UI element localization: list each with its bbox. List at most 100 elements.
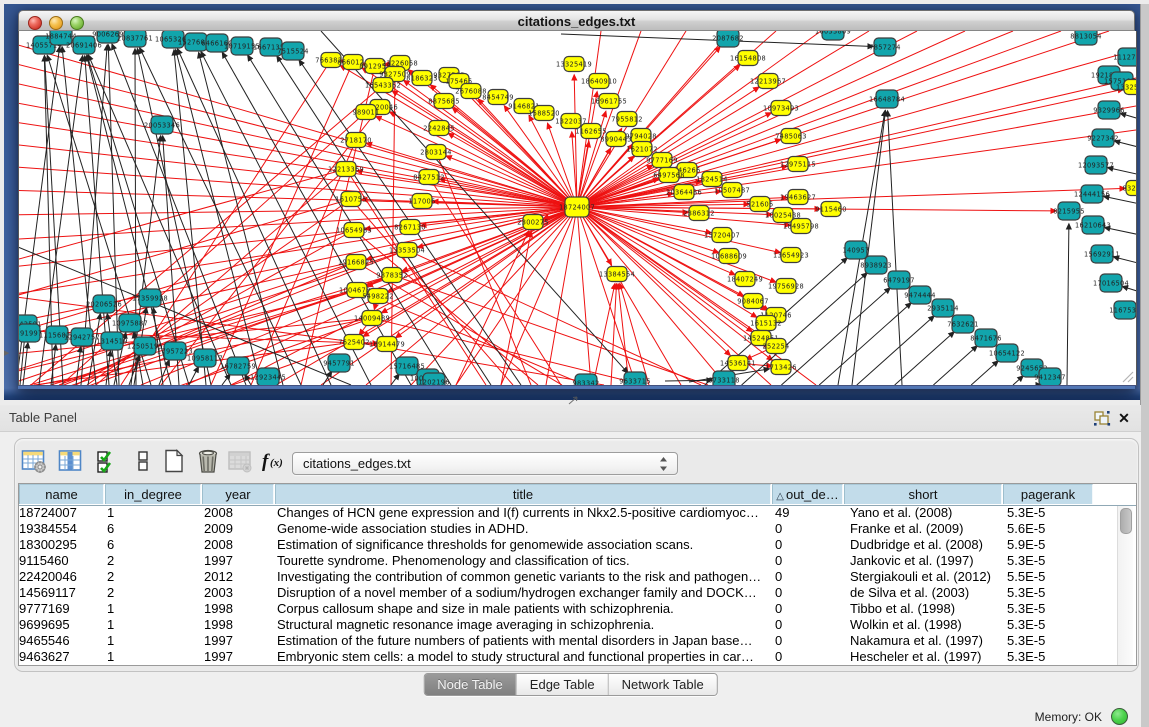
graph-node[interactable]: 15692911 [1084,245,1120,263]
graph-node[interactable]: 6479197 [883,271,914,289]
graph-node[interactable]: 16210643 [1075,216,1111,234]
table-row[interactable]: 946554611997Estimation of the future num… [19,633,1136,649]
network-window[interactable]: citations_edges.txt 14055714188474420691… [18,10,1135,389]
graph-node[interactable]: 16033809 [815,31,851,40]
column-header-pagerank[interactable]: pagerank [1003,484,1093,504]
graph-node[interactable]: 7955812 [611,112,642,127]
memory-status-label: Memory: OK [1035,710,1102,724]
float-panel-icon[interactable] [1093,409,1111,427]
graph-node[interactable]: 10654983 [336,223,372,238]
table-row[interactable]: 1872400712008Changes of HCN gene express… [19,505,1136,521]
new-document-icon[interactable] [161,448,187,474]
table-row[interactable]: 946362711997Embryonic stem cells: a mode… [19,649,1136,665]
graph-node[interactable]: 2087682 [712,31,743,47]
graph-node[interactable]: 521605 [747,197,774,212]
scrollbar-thumb[interactable] [1120,508,1132,534]
table-row[interactable]: 977716911998Corpus callosum shape and si… [19,601,1136,617]
resize-grip-icon[interactable] [1120,369,1134,383]
graph-node[interactable]: 15720407 [704,228,740,243]
tab-network-table[interactable]: Network Table [608,674,717,695]
import-table-icon[interactable] [227,448,253,474]
function-builder-icon[interactable]: f (x) [261,450,287,476]
graph-node[interactable]: 9412347 [1034,368,1065,385]
graph-node[interactable]: 983342 [573,374,600,385]
graph-node[interactable]: 17016504 [1093,274,1129,292]
graph-node[interactable]: 9457791 [323,354,354,372]
column-icon[interactable] [130,448,156,474]
graph-node[interactable]: 10688609 [711,249,747,264]
column-header-in_degree[interactable]: in_degree [105,484,201,504]
graph-node[interactable]: 989011 [353,105,380,120]
graph-node[interactable]: 8471676 [970,329,1001,347]
graph-node[interactable]: 2718170 [340,133,371,148]
graph-node[interactable]: 2242845 [423,121,454,136]
table-row[interactable]: 1830029562008Estimation of significance … [19,537,1136,553]
svg-text:6479197: 6479197 [883,276,914,284]
graph-node[interactable]: 7515524 [277,42,308,60]
graph-node[interactable]: 7485063 [775,129,806,144]
graph-node[interactable]: 2935114 [927,299,958,317]
graph-node[interactable]: 13384554 [599,267,635,282]
graph-node[interactable]: 8938923 [860,256,891,274]
graph-node[interactable]: 20837761 [117,31,153,47]
table-selector-dropdown[interactable]: citations_edges.txt [292,452,678,475]
table-row[interactable]: 969969511998Structural magnetic resonanc… [19,617,1136,633]
graph-node[interactable]: 16648784 [869,90,905,108]
graph-node[interactable]: 832201 [1123,181,1136,196]
graph-node[interactable]: 1167533 [1109,301,1136,319]
graph-node[interactable]: 16154808 [730,51,766,66]
column-header-name[interactable]: name [19,484,104,504]
column-header-out_de[interactable]: △out_de… [772,484,843,504]
graph-node[interactable]: 16914479 [369,337,405,352]
cell-title: Tourette syndrome. Phenomenology and cla… [277,553,771,569]
cell-name: 9463627 [19,649,104,665]
graph-node[interactable]: 12093577 [1078,156,1114,174]
graph-node[interactable]: 1112763 [1113,48,1136,66]
graph-node[interactable]: 7632621 [947,315,978,333]
table-row[interactable]: 1938455462009Genome-wide association stu… [19,521,1136,537]
column-header-year[interactable]: year [202,484,274,504]
table-row[interactable]: 2242004622012Investigating the contribut… [19,569,1136,585]
select-columns-icon[interactable] [58,448,84,474]
tab-edge-table[interactable]: Edge Table [516,674,608,695]
delete-icon[interactable] [195,448,221,474]
graph-node[interactable]: 9474444 [904,286,935,304]
graph-node[interactable]: 18640910 [581,74,617,89]
graph-node[interactable]: 10973493 [763,101,799,116]
table-row[interactable]: 1456911722003Disruption of a novel membe… [19,585,1136,601]
graph-node[interactable]: 140957 [843,241,870,259]
graph-node[interactable]: 1314519 [96,332,127,350]
graph-node[interactable]: 252254 [763,339,790,354]
split-resize-icon[interactable] [567,392,579,401]
graph-node[interactable]: 1713426 [765,360,796,375]
graph-node[interactable]: 19463627 [780,190,816,205]
select-rows-icon[interactable] [95,448,121,474]
graph-node[interactable]: 7857274 [869,38,900,56]
tab-node-table[interactable]: Node Table [424,674,516,695]
graph-node[interactable]: 8267130 [394,220,425,235]
memory-status-icon[interactable] [1111,708,1128,725]
cell-in_degree: 2 [107,585,201,601]
network-window-titlebar[interactable]: citations_edges.txt [18,10,1135,31]
graph-node[interactable]: 9329966 [1093,101,1124,119]
graph-node[interactable]: 12444156 [1074,185,1110,203]
table-settings-icon[interactable] [21,448,47,474]
graph-node[interactable]: 8733118 [708,371,739,385]
svg-text:13384554: 13384554 [599,270,635,278]
graph-node[interactable]: 13654923 [773,248,809,263]
graph-node[interactable]: 7625402 [338,335,369,350]
graph-node[interactable]: 9084067 [737,294,768,309]
graph-node[interactable]: 9227342 [1087,129,1118,147]
column-header-short[interactable]: short [844,484,1002,504]
graph-node[interactable]: 8813054 [1070,31,1101,45]
close-panel-icon[interactable]: ✕ [1115,409,1133,427]
graph-node[interactable]: 12213967 [750,74,786,89]
network-canvas[interactable]: 1405571418847442069140690062692083776110… [18,31,1137,386]
column-header-title[interactable]: title [275,484,771,504]
graph-node[interactable]: 9115460 [815,202,846,217]
table-vertical-scrollbar[interactable] [1117,506,1133,665]
graph-node[interactable]: 13325419 [556,57,592,72]
table-row[interactable]: 911546021997Tourette syndrome. Phenomeno… [19,553,1136,569]
graph-node[interactable]: 117006 [409,194,436,209]
graph-node[interactable]: 8215955 [1053,202,1084,220]
